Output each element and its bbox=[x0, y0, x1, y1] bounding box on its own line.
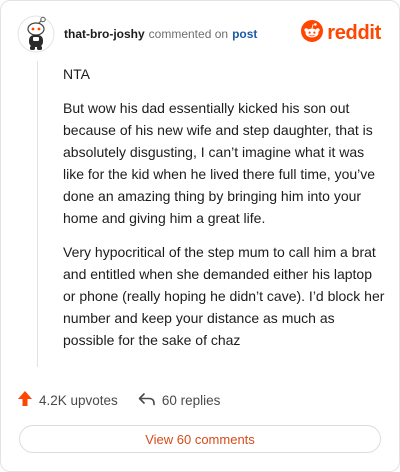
avatar-icon[interactable] bbox=[17, 15, 55, 53]
upvote-button[interactable]: 4.2K upvotes bbox=[17, 390, 118, 410]
comment-header: that-bro-joshy commented on post reddit bbox=[17, 15, 383, 55]
reddit-brand[interactable]: reddit bbox=[301, 19, 381, 47]
post-link[interactable]: post bbox=[232, 27, 257, 41]
comment-body: NTA But wow his dad essentially kicked h… bbox=[63, 63, 385, 363]
action-text: commented on bbox=[148, 27, 229, 41]
reddit-wordmark: reddit bbox=[327, 21, 381, 44]
comment-actions: 4.2K upvotes 60 replies bbox=[17, 389, 220, 411]
comment-paragraph: Very hypocritical of the step mum to cal… bbox=[63, 244, 385, 348]
comment-paragraph: But wow his dad essentially kicked his s… bbox=[63, 100, 376, 226]
reply-arrow-icon bbox=[138, 392, 162, 409]
upvote-arrow-icon bbox=[17, 390, 39, 410]
upvote-count: 4.2K upvotes bbox=[39, 392, 118, 408]
comment-card: that-bro-joshycommented onpost reddit bbox=[0, 0, 400, 472]
view-comments-button[interactable]: View 60 comments bbox=[19, 425, 381, 453]
username-link[interactable]: that-bro-joshy bbox=[64, 27, 145, 41]
reddit-logo-icon bbox=[301, 19, 324, 47]
thread-line bbox=[37, 61, 38, 367]
replies-count: 60 replies bbox=[161, 392, 221, 408]
comment-paragraph: NTA bbox=[63, 66, 90, 82]
replies-button[interactable]: 60 replies bbox=[138, 392, 221, 409]
comment-meta: that-bro-joshy commented on post bbox=[64, 27, 257, 41]
